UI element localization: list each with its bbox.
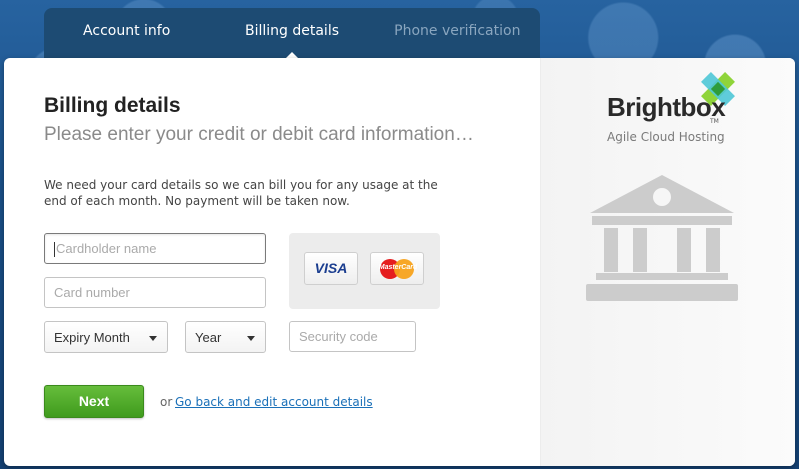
accepted-cards: VISA MasterCard xyxy=(289,233,440,309)
cardholder-name-input[interactable]: Cardholder name xyxy=(44,233,266,264)
expiry-year-select[interactable]: Year xyxy=(185,321,266,353)
billing-card: Billing details Please enter your credit… xyxy=(4,58,795,466)
brand-tagline: Agile Cloud Hosting xyxy=(607,130,725,144)
tab-billing-details[interactable]: Billing details xyxy=(209,8,374,60)
expiry-month-value: Expiry Month xyxy=(54,330,130,345)
page-subtitle: Please enter your credit or debit card i… xyxy=(44,124,474,145)
or-text: or xyxy=(160,395,173,409)
expiry-year-value: Year xyxy=(195,330,222,345)
card-number-placeholder: Card number xyxy=(54,285,130,300)
wizard-tabs: Account info Billing details Phone verif… xyxy=(44,8,540,60)
bank-building-icon xyxy=(586,175,738,301)
cardholder-name-placeholder: Cardholder name xyxy=(56,241,157,256)
visa-card-icon: VISA xyxy=(304,252,358,285)
card-number-input[interactable]: Card number xyxy=(44,277,266,308)
security-code-placeholder: Security code xyxy=(299,329,378,344)
tab-phone-verification: Phone verification xyxy=(394,23,521,39)
expiry-month-select[interactable]: Expiry Month xyxy=(44,321,168,353)
text-caret xyxy=(54,242,55,258)
next-button[interactable]: Next xyxy=(44,385,144,418)
tab-account-info[interactable]: Account info xyxy=(44,8,209,60)
brand-trademark: TM xyxy=(710,118,719,125)
back-to-account-link[interactable]: Go back and edit account details xyxy=(175,395,373,409)
chevron-down-icon xyxy=(247,336,255,341)
billing-notice: We need your card details so we can bill… xyxy=(44,178,438,208)
mastercard-text: MasterCard xyxy=(378,264,418,271)
chevron-down-icon xyxy=(149,336,157,341)
page-title: Billing details xyxy=(44,94,181,117)
security-code-input[interactable]: Security code xyxy=(289,321,416,352)
mastercard-icon: MasterCard xyxy=(370,252,424,285)
brand-name: Brightbox xyxy=(607,92,726,122)
